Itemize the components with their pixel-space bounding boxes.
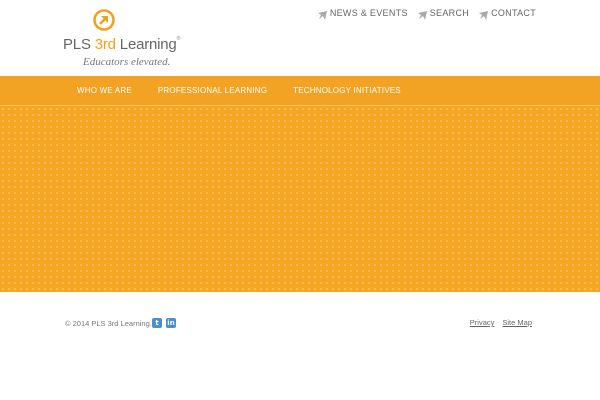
linkedin-icon[interactable]: in bbox=[166, 318, 176, 328]
site-logo[interactable]: PLS 3rd Learning® Educators elevated. bbox=[63, 9, 193, 71]
brand-tagline: Educators elevated. bbox=[83, 56, 171, 68]
hero-banner bbox=[0, 106, 600, 292]
logo-mark-icon bbox=[93, 9, 115, 31]
utility-link-label: NEWS & EVENTS bbox=[329, 8, 408, 18]
utility-link-contact[interactable]: CONTACT bbox=[478, 8, 536, 21]
arrow-pointer-icon bbox=[317, 11, 327, 20]
footer-links: Privacy Site Map bbox=[470, 318, 532, 327]
brand-name-accent: 3rd bbox=[94, 36, 116, 53]
twitter-icon[interactable]: t bbox=[152, 318, 162, 328]
social-links: t in bbox=[152, 318, 176, 328]
nav-item-who-we-are[interactable]: WHO WE ARE bbox=[77, 86, 132, 95]
utility-link-label: CONTACT bbox=[491, 8, 536, 18]
utility-link-label: SEARCH bbox=[429, 8, 470, 18]
utility-link-news-events[interactable]: NEWS & EVENTS bbox=[317, 8, 408, 21]
arrow-pointer-icon bbox=[417, 11, 427, 20]
footer-link-privacy[interactable]: Privacy bbox=[470, 318, 495, 327]
brand-name: PLS 3rd Learning® bbox=[63, 36, 181, 53]
trademark-symbol: ® bbox=[176, 36, 181, 42]
utility-nav: NEWS & EVENTS SEARCH CONTACT bbox=[317, 8, 536, 21]
nav-item-professional-learning[interactable]: PROFESSIONAL LEARNING bbox=[158, 86, 267, 95]
site-header: PLS 3rd Learning® Educators elevated. NE… bbox=[0, 0, 600, 76]
copyright-text: © 2014 PLS 3rd Learning. bbox=[65, 319, 152, 328]
main-nav: WHO WE ARE PROFESSIONAL LEARNING TECHNOL… bbox=[0, 76, 600, 106]
arrow-pointer-icon bbox=[479, 11, 489, 20]
footer-link-site-map[interactable]: Site Map bbox=[502, 318, 532, 327]
site-footer: © 2014 PLS 3rd Learning. t in Privacy Si… bbox=[0, 292, 600, 400]
utility-link-search[interactable]: SEARCH bbox=[417, 8, 469, 21]
nav-item-technology-initiatives[interactable]: TECHNOLOGY INITIATIVES bbox=[293, 86, 401, 95]
